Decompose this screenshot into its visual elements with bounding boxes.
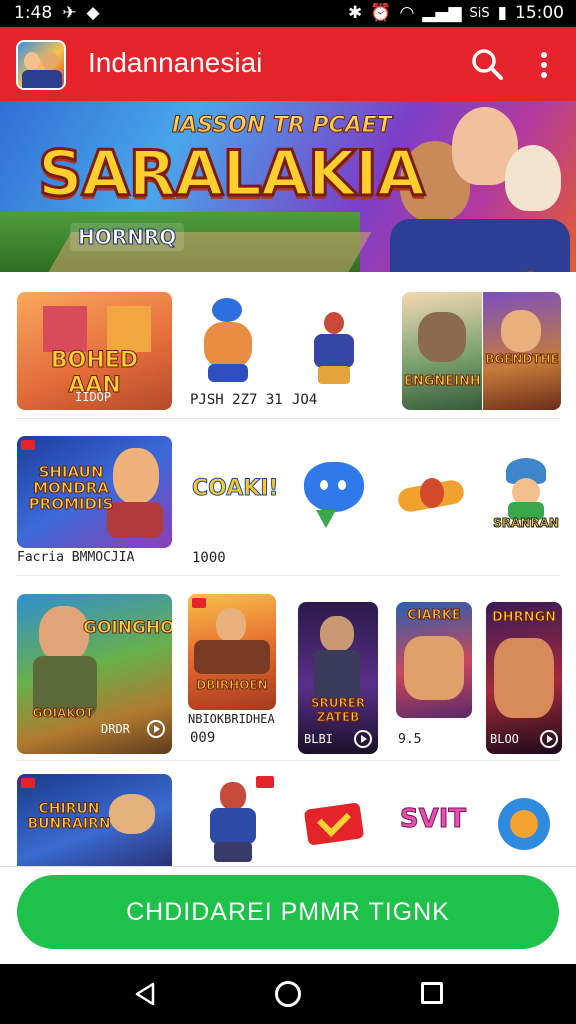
card-title: COAKI! <box>192 476 280 502</box>
game-card[interactable]: ENGNEINH <box>402 292 482 410</box>
play-icon[interactable] <box>354 730 372 748</box>
game-icon-item[interactable] <box>303 800 365 846</box>
game-row-1: BOHED AAN IIDOP PJSH 2Z7 31 JO4 ENGNEINH… <box>0 292 576 416</box>
row-divider <box>16 760 560 761</box>
game-icon-item[interactable] <box>198 776 274 866</box>
app-logo[interactable] <box>16 40 66 90</box>
status-time-left: 1:48 <box>14 3 53 23</box>
card-caption: IIDOP <box>75 390 112 404</box>
banner-title: SARALAKIA <box>37 136 427 212</box>
item-caption: PJSH 2Z7 31 <box>190 392 283 408</box>
alarm-icon: ⏰ <box>370 3 392 23</box>
card-title: SRURER ZATEB <box>310 696 366 725</box>
game-row-4: CHIRUN BUNRAIRN SVIT <box>0 774 576 866</box>
play-icon[interactable] <box>540 730 558 748</box>
row-divider <box>16 575 560 576</box>
more-options-button[interactable] <box>536 49 552 79</box>
app-bar: Indannanesiai <box>0 27 576 101</box>
wifi-sync-icon: ◆ <box>86 3 100 23</box>
card-caption: DRDR <box>101 722 130 736</box>
game-card[interactable]: SHIAUN MONDRA PROMIDIS <box>17 436 172 548</box>
game-card[interactable]: DHRNGN BLOO <box>486 602 562 754</box>
app-title: Indannanesiai <box>88 47 263 78</box>
card-title: DHRNGN <box>491 610 557 626</box>
card-title: GOINGHO <box>83 618 173 639</box>
banner-subtitle: IASSON TR PCAET <box>172 113 393 139</box>
card-title: CIARKE <box>407 608 461 624</box>
play-icon[interactable] <box>147 720 165 738</box>
card-title: BGENDTHE <box>485 352 560 367</box>
system-nav-bar <box>0 964 576 1024</box>
card-title: ENGNEINH <box>404 374 482 390</box>
game-icon-item[interactable] <box>190 298 270 388</box>
item-caption: JO4 <box>292 392 318 408</box>
game-icon-item[interactable] <box>396 478 468 514</box>
card-subtitle: GOIAKOT <box>32 706 94 721</box>
card-caption: BLOO <box>490 732 519 746</box>
cta-button[interactable]: CHDIDAREI PMMR TIGNK <box>17 875 559 949</box>
search-icon <box>472 49 503 80</box>
card-title: SVIT <box>399 804 467 835</box>
search-button[interactable] <box>470 47 504 81</box>
game-icon-item[interactable] <box>302 462 366 532</box>
back-icon <box>135 982 155 1006</box>
game-card[interactable]: GOINGHO GOIAKOT DRDR <box>17 594 172 754</box>
card-title: SRANRAN <box>493 516 560 531</box>
row-divider <box>16 418 560 419</box>
signal-text: SiS <box>469 5 490 21</box>
signal-icon: ▂▄▆ <box>422 3 462 23</box>
card-caption: Facria BMMOCJIA <box>17 550 135 565</box>
home-button[interactable] <box>275 981 301 1007</box>
card-title: SHIAUN MONDRA PROMIDIS <box>28 463 114 513</box>
bluetooth-icon: ✱ <box>348 3 363 23</box>
item-caption: 9.5 <box>398 732 422 747</box>
game-row-2: SHIAUN MONDRA PROMIDIS Facria BMMOCJIA C… <box>0 436 576 566</box>
game-card[interactable]: CHIRUN BUNRAIRN <box>17 774 172 866</box>
game-icon-item[interactable] <box>300 306 368 386</box>
item-caption-2: 009 <box>190 730 216 746</box>
item-caption: NBIOKBRIDHEA <box>188 712 275 726</box>
status-time-right: 15:00 <box>515 3 564 23</box>
game-icon-item[interactable]: COAKI! <box>192 474 280 514</box>
wifi-icon: ◠ <box>399 3 415 23</box>
game-icon-item[interactable]: SRANRAN <box>492 458 560 532</box>
status-bar: 1:48 ✈ ◆ ✱ ⏰ ◠ ▂▄▆ SiS ▮ 15:00 <box>0 0 576 27</box>
game-card[interactable]: BOHED AAN IIDOP <box>17 292 172 410</box>
featured-banner[interactable]: IASSON TR PCAET SARALAKIA HORNRQ <box>0 101 576 272</box>
item-caption: 1000 <box>192 550 226 566</box>
game-card[interactable]: SRURER ZATEB BLBI <box>298 602 378 754</box>
recent-apps-button[interactable] <box>421 982 443 1004</box>
game-row-3: GOINGHO GOIAKOT DRDR DBIRHOEN NBIOKBRIDH… <box>0 594 576 758</box>
game-card[interactable]: DBIRHOEN <box>188 594 276 710</box>
card-caption: BLBI <box>304 732 333 746</box>
card-title: CHIRUN BUNRAIRN <box>27 801 111 832</box>
game-card[interactable]: BGENDTHE <box>483 292 561 410</box>
back-button[interactable] <box>133 982 157 1006</box>
banner-tag: HORNRQ <box>70 223 185 251</box>
card-title: DBIRHOEN <box>196 678 268 693</box>
notification-icon: ✈ <box>62 3 77 23</box>
battery-icon: ▮ <box>497 3 507 23</box>
game-card[interactable]: CIARKE <box>396 602 472 718</box>
cta-container: CHDIDAREI PMMR TIGNK <box>0 866 576 964</box>
game-icon-item[interactable]: SVIT <box>398 798 468 848</box>
game-icon-item[interactable] <box>496 796 552 856</box>
